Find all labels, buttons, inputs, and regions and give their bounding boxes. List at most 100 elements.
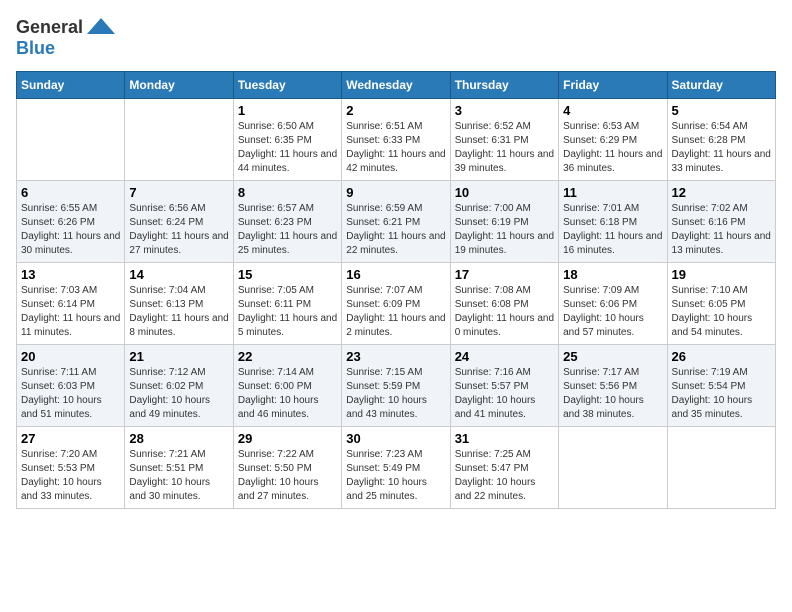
- calendar-cell: 26Sunrise: 7:19 AMSunset: 5:54 PMDayligh…: [667, 345, 775, 427]
- calendar-cell: 29 Sunrise: 7:22 AMSunset: 5:50 PMDayligh…: [233, 427, 341, 509]
- calendar-cell: [559, 427, 667, 509]
- day-info: Sunrise: 6:53 AMSunset: 6:29 PMDaylight:…: [563, 120, 662, 176]
- day-number: 15: [238, 267, 337, 282]
- day-info: Sunrise: 7:23 AMSunset: 5:49 PMDaylight:…: [346, 448, 445, 504]
- calendar-cell: 13Sunrise: 7:03 AMSunset: 6:14 PMDayligh…: [17, 263, 125, 345]
- day-info: Sunrise: 6:50 AMSunset: 6:35 PMDaylight:…: [238, 120, 337, 176]
- calendar-week-row: 13Sunrise: 7:03 AMSunset: 6:14 PMDayligh…: [17, 263, 776, 345]
- weekday-header: Monday: [125, 72, 233, 99]
- calendar-cell: 11 Sunrise: 7:01 AMSunset: 6:18 PMDayligh…: [559, 181, 667, 263]
- day-number: 5: [672, 103, 771, 118]
- day-number: 17: [455, 267, 554, 282]
- calendar-cell: [667, 427, 775, 509]
- calendar-cell: 15 Sunrise: 7:05 AMSunset: 6:11 PMDayligh…: [233, 263, 341, 345]
- calendar-cell: 20 Sunrise: 7:11 AMSunset: 6:03 PMDayligh…: [17, 345, 125, 427]
- logo-icon: [87, 16, 115, 38]
- calendar-cell: 30 Sunrise: 7:23 AMSunset: 5:49 PMDayligh…: [342, 427, 450, 509]
- weekday-header: Saturday: [667, 72, 775, 99]
- day-number: 9: [346, 185, 445, 200]
- day-number: 31: [455, 431, 554, 446]
- day-info: Sunrise: 7:05 AMSunset: 6:11 PMDaylight:…: [238, 284, 337, 340]
- weekday-header-row: SundayMondayTuesdayWednesdayThursdayFrid…: [17, 72, 776, 99]
- calendar-week-row: 27Sunrise: 7:20 AMSunset: 5:53 PMDayligh…: [17, 427, 776, 509]
- calendar-cell: 28 Sunrise: 7:21 AMSunset: 5:51 PMDayligh…: [125, 427, 233, 509]
- day-info: Sunrise: 6:52 AMSunset: 6:31 PMDaylight:…: [455, 120, 554, 176]
- day-info: Sunrise: 7:08 AMSunset: 6:08 PMDaylight:…: [455, 284, 554, 340]
- weekday-header: Wednesday: [342, 72, 450, 99]
- day-info: Sunrise: 7:22 AMSunset: 5:50 PMDaylight:…: [238, 448, 337, 504]
- weekday-header: Friday: [559, 72, 667, 99]
- day-number: 29: [238, 431, 337, 446]
- calendar-cell: 16 Sunrise: 7:07 AMSunset: 6:09 PMDayligh…: [342, 263, 450, 345]
- day-number: 30: [346, 431, 445, 446]
- day-info: Sunrise: 7:04 AMSunset: 6:13 PMDaylight:…: [129, 284, 228, 340]
- day-number: 2: [346, 103, 445, 118]
- calendar-cell: 2 Sunrise: 6:51 AMSunset: 6:33 PMDaylight…: [342, 99, 450, 181]
- day-info: Sunrise: 7:21 AMSunset: 5:51 PMDaylight:…: [129, 448, 228, 504]
- day-number: 28: [129, 431, 228, 446]
- calendar-week-row: 20 Sunrise: 7:11 AMSunset: 6:03 PMDayligh…: [17, 345, 776, 427]
- day-number: 19: [672, 267, 771, 282]
- calendar-cell: 22 Sunrise: 7:14 AMSunset: 6:00 PMDayligh…: [233, 345, 341, 427]
- calendar-cell: 31 Sunrise: 7:25 AMSunset: 5:47 PMDayligh…: [450, 427, 558, 509]
- day-info: Sunrise: 6:59 AMSunset: 6:21 PMDaylight:…: [346, 202, 445, 258]
- logo-general: General: [16, 17, 83, 38]
- calendar-cell: 3 Sunrise: 6:52 AMSunset: 6:31 PMDaylight…: [450, 99, 558, 181]
- day-info: Sunrise: 7:12 AMSunset: 6:02 PMDaylight:…: [129, 366, 228, 422]
- calendar-cell: 10 Sunrise: 7:00 AMSunset: 6:19 PMDayligh…: [450, 181, 558, 263]
- calendar-cell: 14 Sunrise: 7:04 AMSunset: 6:13 PMDayligh…: [125, 263, 233, 345]
- day-number: 18: [563, 267, 662, 282]
- day-number: 8: [238, 185, 337, 200]
- calendar-cell: 27Sunrise: 7:20 AMSunset: 5:53 PMDayligh…: [17, 427, 125, 509]
- day-info: Sunrise: 7:17 AMSunset: 5:56 PMDaylight:…: [563, 366, 662, 422]
- day-number: 22: [238, 349, 337, 364]
- day-info: Sunrise: 6:56 AMSunset: 6:24 PMDaylight:…: [129, 202, 228, 258]
- calendar-cell: 19 Sunrise: 7:10 AMSunset: 6:05 PMDayligh…: [667, 263, 775, 345]
- day-number: 25: [563, 349, 662, 364]
- day-info: Sunrise: 7:14 AMSunset: 6:00 PMDaylight:…: [238, 366, 337, 422]
- day-info: Sunrise: 7:10 AMSunset: 6:05 PMDaylight:…: [672, 284, 771, 340]
- day-info: Sunrise: 7:16 AMSunset: 5:57 PMDaylight:…: [455, 366, 554, 422]
- day-number: 3: [455, 103, 554, 118]
- day-number: 14: [129, 267, 228, 282]
- day-info: Sunrise: 6:54 AMSunset: 6:28 PMDaylight:…: [672, 120, 771, 176]
- day-number: 12: [672, 185, 771, 200]
- day-info: Sunrise: 6:51 AMSunset: 6:33 PMDaylight:…: [346, 120, 445, 176]
- day-number: 16: [346, 267, 445, 282]
- calendar-cell: 1Sunrise: 6:50 AMSunset: 6:35 PMDaylight…: [233, 99, 341, 181]
- day-number: 4: [563, 103, 662, 118]
- day-info: Sunrise: 7:11 AMSunset: 6:03 PMDaylight:…: [21, 366, 120, 422]
- day-number: 20: [21, 349, 120, 364]
- calendar-cell: 12 Sunrise: 7:02 AMSunset: 6:16 PMDayligh…: [667, 181, 775, 263]
- calendar-cell: 9 Sunrise: 6:59 AMSunset: 6:21 PMDaylight…: [342, 181, 450, 263]
- day-number: 13: [21, 267, 120, 282]
- calendar-cell: 24Sunrise: 7:16 AMSunset: 5:57 PMDayligh…: [450, 345, 558, 427]
- day-info: Sunrise: 7:00 AMSunset: 6:19 PMDaylight:…: [455, 202, 554, 258]
- weekday-header: Sunday: [17, 72, 125, 99]
- weekday-header: Tuesday: [233, 72, 341, 99]
- calendar-week-row: 1Sunrise: 6:50 AMSunset: 6:35 PMDaylight…: [17, 99, 776, 181]
- calendar-cell: [17, 99, 125, 181]
- day-info: Sunrise: 6:57 AMSunset: 6:23 PMDaylight:…: [238, 202, 337, 258]
- day-number: 7: [129, 185, 228, 200]
- day-info: Sunrise: 7:25 AMSunset: 5:47 PMDaylight:…: [455, 448, 554, 504]
- day-info: Sunrise: 7:07 AMSunset: 6:09 PMDaylight:…: [346, 284, 445, 340]
- day-info: Sunrise: 7:01 AMSunset: 6:18 PMDaylight:…: [563, 202, 662, 258]
- calendar-cell: 6Sunrise: 6:55 AMSunset: 6:26 PMDaylight…: [17, 181, 125, 263]
- calendar-cell: 18Sunrise: 7:09 AMSunset: 6:06 PMDayligh…: [559, 263, 667, 345]
- calendar-cell: 8 Sunrise: 6:57 AMSunset: 6:23 PMDaylight…: [233, 181, 341, 263]
- logo: General Blue: [16, 16, 115, 59]
- calendar-cell: 25 Sunrise: 7:17 AMSunset: 5:56 PMDayligh…: [559, 345, 667, 427]
- day-number: 11: [563, 185, 662, 200]
- day-number: 6: [21, 185, 120, 200]
- day-info: Sunrise: 7:02 AMSunset: 6:16 PMDaylight:…: [672, 202, 771, 258]
- day-number: 23: [346, 349, 445, 364]
- day-info: Sunrise: 7:20 AMSunset: 5:53 PMDaylight:…: [21, 448, 120, 504]
- calendar-week-row: 6Sunrise: 6:55 AMSunset: 6:26 PMDaylight…: [17, 181, 776, 263]
- page-header: General Blue: [16, 16, 776, 59]
- calendar-cell: [125, 99, 233, 181]
- logo-blue: Blue: [16, 38, 55, 58]
- day-number: 10: [455, 185, 554, 200]
- calendar-cell: 23Sunrise: 7:15 AMSunset: 5:59 PMDayligh…: [342, 345, 450, 427]
- calendar-cell: 21Sunrise: 7:12 AMSunset: 6:02 PMDayligh…: [125, 345, 233, 427]
